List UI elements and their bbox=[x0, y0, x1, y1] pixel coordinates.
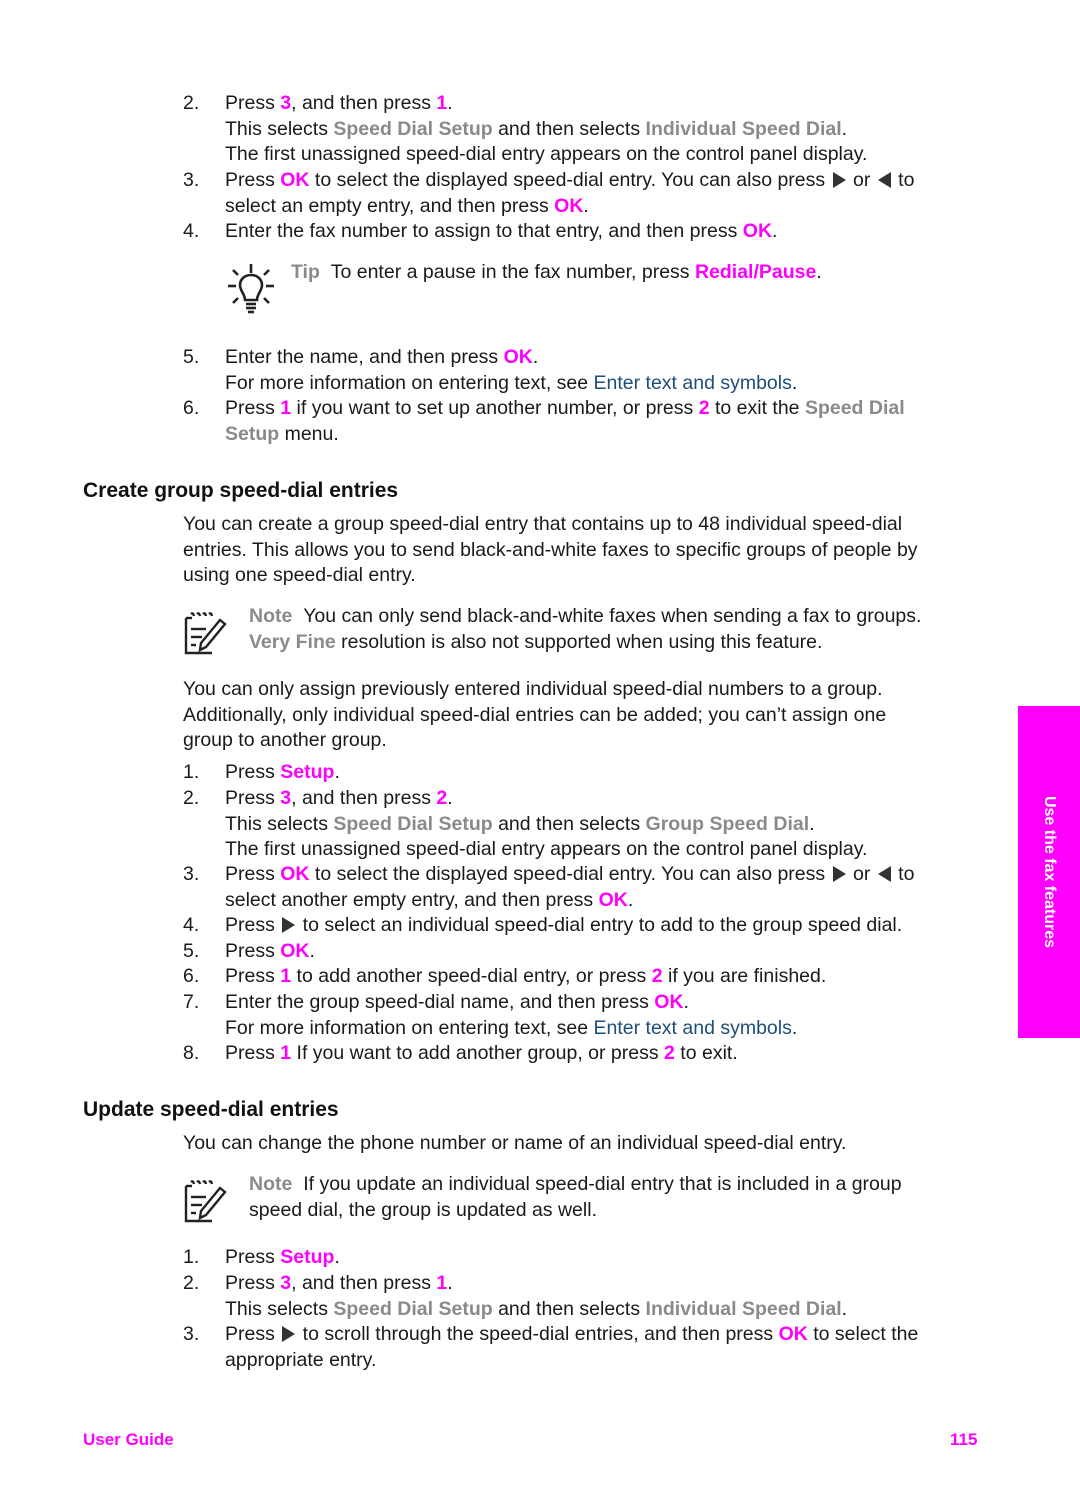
left-arrow-icon bbox=[877, 172, 891, 188]
menu-speed-dial: Speed Dial bbox=[804, 397, 905, 419]
update-intro: You can change the phone number or name … bbox=[183, 1132, 847, 1154]
menu-speed-dial-setup: Speed Dial Setup bbox=[333, 117, 493, 140]
key-1: 1 bbox=[280, 965, 292, 987]
key-2: 2 bbox=[651, 965, 663, 987]
key-ok: OK bbox=[778, 1323, 808, 1345]
menu-speed-dial-setup: Speed Dial Setup bbox=[333, 812, 493, 835]
key-2: 2 bbox=[664, 1042, 675, 1064]
key-3: 3 bbox=[280, 92, 292, 114]
right-arrow-icon bbox=[282, 917, 296, 933]
lightbulb-tip-icon bbox=[228, 264, 274, 314]
menu-very-fine: Very Fine bbox=[249, 630, 336, 653]
note-icon bbox=[184, 1180, 227, 1223]
key-setup: Setup bbox=[280, 1246, 335, 1268]
left-arrow-icon bbox=[877, 866, 891, 882]
note-callout: Note If you update an individual speed-d… bbox=[249, 1173, 902, 1221]
note-label: Note bbox=[249, 1173, 293, 1195]
key-3: 3 bbox=[280, 1272, 292, 1294]
key-ok: OK bbox=[654, 991, 684, 1013]
note-callout: Note You can only send black-and-white f… bbox=[249, 605, 922, 653]
menu-group-speed-dial: Group Speed Dial bbox=[645, 812, 810, 835]
heading-update-speed-dial: Update speed-dial entries bbox=[83, 1098, 339, 1121]
key-2: 2 bbox=[436, 787, 448, 809]
key-ok: OK bbox=[598, 888, 628, 911]
right-arrow-icon bbox=[832, 172, 846, 188]
menu-setup: Setup bbox=[225, 422, 280, 445]
page-number: 115 bbox=[950, 1430, 978, 1449]
restriction-paragraph: You can only assign previously entered i… bbox=[183, 678, 887, 751]
key-1: 1 bbox=[436, 1272, 448, 1294]
key-1: 1 bbox=[436, 92, 448, 114]
key-setup: Setup bbox=[280, 761, 335, 783]
chapter-side-tab-label: Use the fax features bbox=[1040, 795, 1058, 949]
key-ok: OK bbox=[503, 346, 533, 368]
key-1: 1 bbox=[280, 1042, 292, 1064]
key-ok: OK bbox=[280, 940, 310, 962]
key-ok: OK bbox=[742, 220, 773, 242]
key-2: 2 bbox=[698, 397, 710, 419]
key-ok: OK bbox=[554, 194, 584, 217]
menu-speed-dial-setup: Speed Dial Setup bbox=[333, 1297, 493, 1320]
footer-user-guide: User Guide bbox=[83, 1430, 174, 1449]
menu-individual-speed-dial: Individual Speed Dial bbox=[645, 1297, 842, 1320]
note-label: Note bbox=[249, 605, 293, 627]
link-enter-text-and-symbols[interactable]: Enter text and symbols bbox=[594, 372, 792, 394]
tip-label: Tip bbox=[291, 261, 320, 283]
right-arrow-icon bbox=[832, 866, 846, 882]
right-arrow-icon bbox=[282, 1326, 296, 1342]
key-3: 3 bbox=[280, 787, 292, 809]
link-enter-text-and-symbols[interactable]: Enter text and symbols bbox=[594, 1017, 792, 1039]
key-redial-pause: Redial/Pause bbox=[694, 261, 817, 283]
intro-paragraph: You can create a group speed-dial entry … bbox=[183, 513, 918, 586]
key-ok: OK bbox=[280, 169, 310, 191]
note-icon bbox=[184, 612, 227, 655]
key-ok: OK bbox=[280, 863, 310, 885]
key-1: 1 bbox=[280, 397, 292, 419]
tip-callout: Tip To enter a pause in the fax number, … bbox=[291, 261, 822, 283]
chapter-side-tab: Use the fax features bbox=[1018, 706, 1080, 1038]
heading-create-group-speed-dial: Create group speed-dial entries bbox=[83, 479, 399, 502]
menu-individual-speed-dial: Individual Speed Dial bbox=[645, 117, 842, 140]
